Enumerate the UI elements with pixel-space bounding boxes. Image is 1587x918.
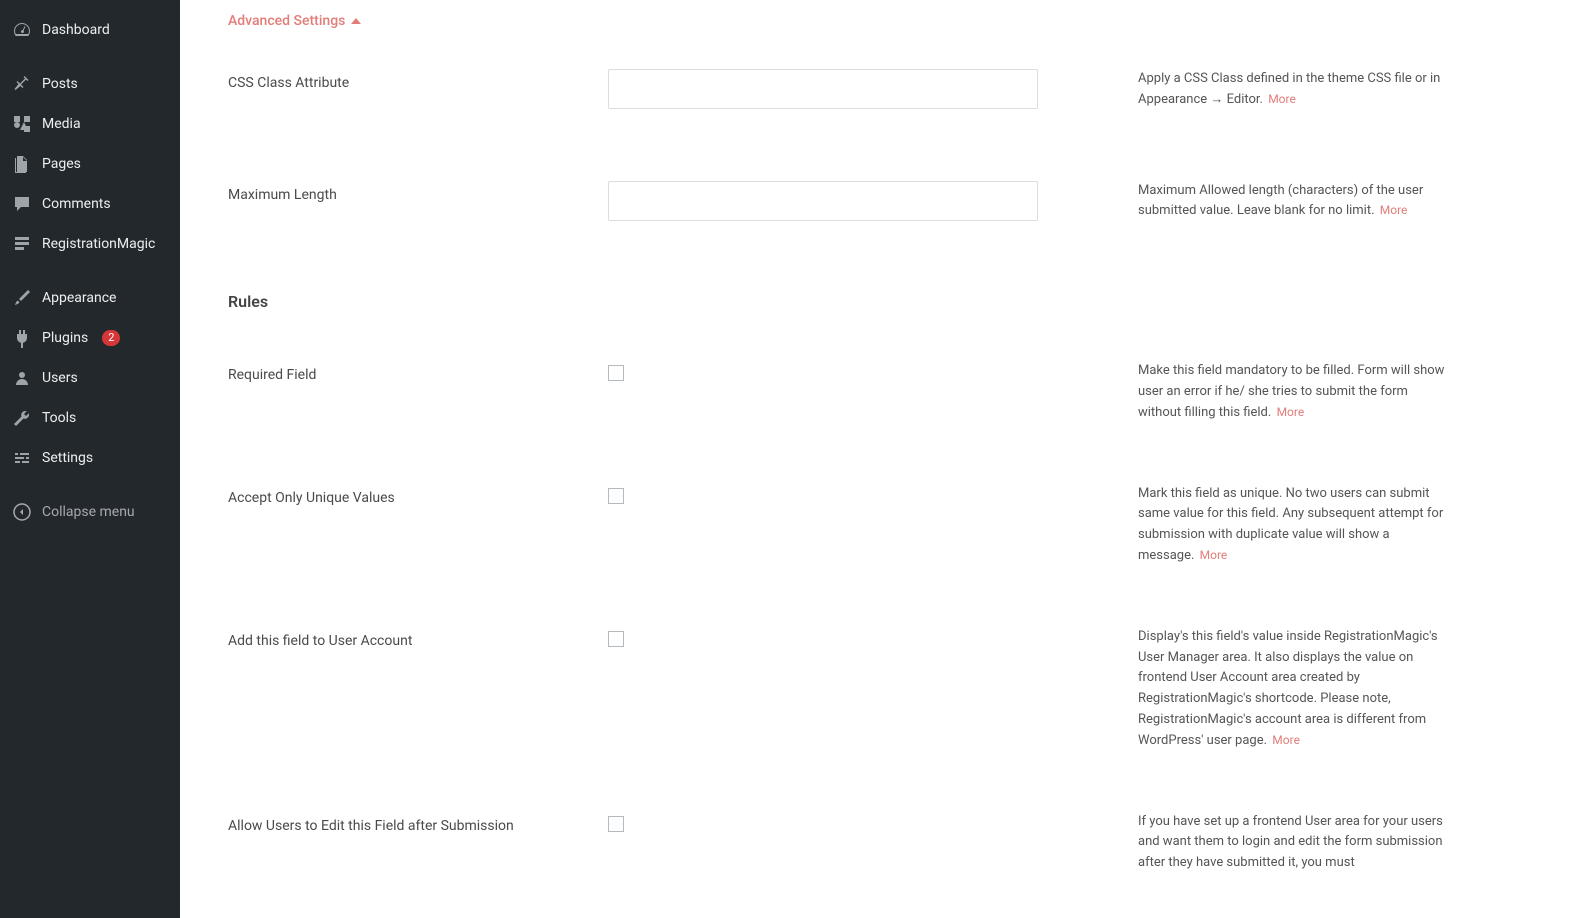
user-icon — [12, 368, 32, 388]
field-row-unique: Accept Only Unique Values Mark this fiel… — [228, 484, 1587, 567]
sliders-icon — [12, 448, 32, 468]
sidebar-item-plugins[interactable]: Plugins 2 — [0, 318, 180, 358]
brush-icon — [12, 288, 32, 308]
sidebar-item-users[interactable]: Users — [0, 358, 180, 398]
field-row-allow-edit: Allow Users to Edit this Field after Sub… — [228, 812, 1587, 874]
required-checkbox[interactable] — [608, 365, 624, 381]
sidebar-item-settings[interactable]: Settings — [0, 438, 180, 478]
field-row-max-length: Maximum Length Maximum Allowed length (c… — [228, 181, 1587, 223]
more-link[interactable]: More — [1268, 92, 1296, 106]
field-help: If you have set up a frontend User area … — [1138, 812, 1448, 874]
field-control — [608, 361, 1038, 385]
field-help: Mark this field as unique. No two users … — [1138, 484, 1448, 567]
form-icon — [12, 234, 32, 254]
sidebar-collapse[interactable]: Collapse menu — [0, 492, 180, 532]
chevron-up-icon — [351, 18, 361, 24]
css-class-input[interactable] — [608, 69, 1038, 109]
field-label: Allow Users to Edit this Field after Sub… — [228, 812, 608, 834]
more-link[interactable]: More — [1277, 405, 1305, 419]
field-control — [608, 812, 1038, 836]
section-toggle-label: Advanced Settings — [228, 13, 345, 29]
sidebar-item-label: RegistrationMagic — [42, 236, 155, 252]
field-help: Display's this field's value inside Regi… — [1138, 627, 1448, 752]
media-icon — [12, 114, 32, 134]
field-control — [608, 627, 1038, 651]
dashboard-icon — [12, 20, 32, 40]
more-link[interactable]: More — [1200, 548, 1228, 562]
field-control — [608, 69, 1038, 109]
sidebar-item-label: Comments — [42, 196, 111, 212]
help-text: If you have set up a frontend User area … — [1138, 814, 1443, 871]
field-label: Required Field — [228, 361, 608, 383]
sidebar-item-label: Users — [42, 370, 78, 386]
sidebar-item-pages[interactable]: Pages — [0, 144, 180, 184]
unique-checkbox[interactable] — [608, 488, 624, 504]
allow-edit-checkbox[interactable] — [608, 816, 624, 832]
sidebar-item-label: Plugins — [42, 330, 88, 346]
field-row-css-class: CSS Class Attribute Apply a CSS Class de… — [228, 69, 1587, 111]
sidebar-item-tools[interactable]: Tools — [0, 398, 180, 438]
sidebar-item-label: Dashboard — [42, 22, 110, 38]
page-icon — [12, 154, 32, 174]
field-label: Accept Only Unique Values — [228, 484, 608, 506]
wrench-icon — [12, 408, 32, 428]
field-help: Maximum Allowed length (characters) of t… — [1138, 181, 1448, 223]
sidebar-item-media[interactable]: Media — [0, 104, 180, 144]
help-text: Display's this field's value inside Regi… — [1138, 629, 1438, 748]
more-link[interactable]: More — [1272, 733, 1300, 747]
main-content: Advanced Settings CSS Class Attribute Ap… — [180, 0, 1587, 918]
field-row-required: Required Field Make this field mandatory… — [228, 361, 1587, 423]
help-text: Mark this field as unique. No two users … — [1138, 486, 1443, 563]
sidebar-item-label: Pages — [42, 156, 81, 172]
user-account-checkbox[interactable] — [608, 631, 624, 647]
field-label: CSS Class Attribute — [228, 69, 608, 91]
sidebar-item-label: Settings — [42, 450, 93, 466]
collapse-icon — [12, 502, 32, 522]
sidebar-item-comments[interactable]: Comments — [0, 184, 180, 224]
field-row-user-account: Add this field to User Account Display's… — [228, 627, 1587, 752]
comment-icon — [12, 194, 32, 214]
field-control — [608, 181, 1038, 221]
plugin-icon — [12, 328, 32, 348]
sidebar-item-label: Collapse menu — [42, 504, 135, 520]
sidebar-item-registrationmagic[interactable]: RegistrationMagic — [0, 224, 180, 264]
max-length-input[interactable] — [608, 181, 1038, 221]
pin-icon — [12, 74, 32, 94]
sidebar-item-posts[interactable]: Posts — [0, 64, 180, 104]
sidebar-item-dashboard[interactable]: Dashboard — [0, 10, 180, 50]
admin-sidebar: Dashboard Posts Media Pages Comments Reg… — [0, 0, 180, 918]
sidebar-item-appearance[interactable]: Appearance — [0, 278, 180, 318]
plugin-update-badge: 2 — [102, 330, 120, 346]
field-label: Maximum Length — [228, 181, 608, 203]
rules-heading: Rules — [228, 292, 1587, 311]
sidebar-item-label: Appearance — [42, 290, 116, 306]
field-help: Make this field mandatory to be filled. … — [1138, 361, 1448, 423]
sidebar-item-label: Posts — [42, 76, 78, 92]
field-help: Apply a CSS Class defined in the theme C… — [1138, 69, 1448, 111]
sidebar-item-label: Tools — [42, 410, 76, 426]
sidebar-item-label: Media — [42, 116, 81, 132]
field-label: Add this field to User Account — [228, 627, 608, 649]
more-link[interactable]: More — [1380, 203, 1408, 217]
advanced-settings-toggle[interactable]: Advanced Settings — [228, 13, 361, 29]
field-control — [608, 484, 1038, 508]
